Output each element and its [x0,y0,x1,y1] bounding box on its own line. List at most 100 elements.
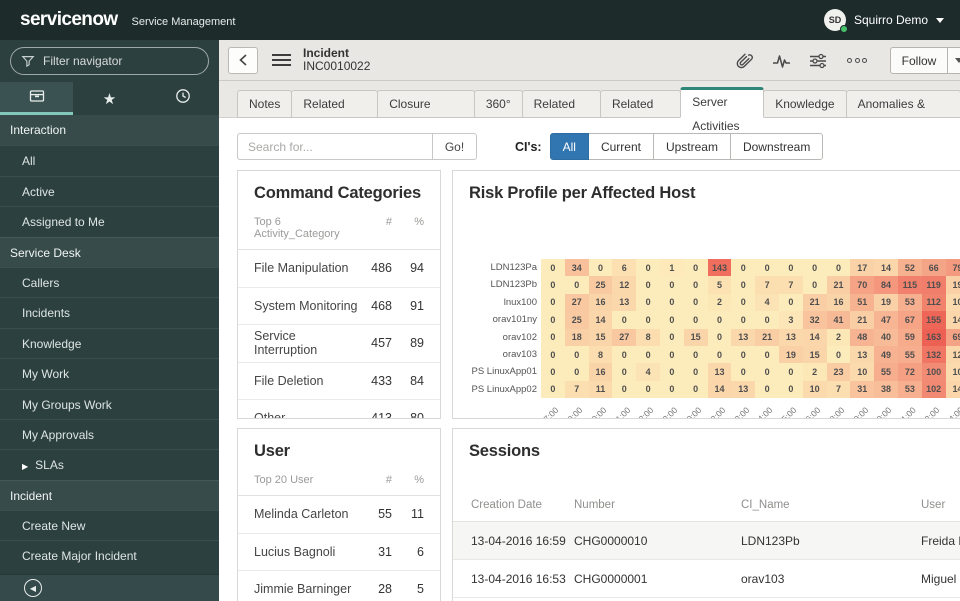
heatmap-cell[interactable]: 0 [612,345,637,364]
table-row[interactable]: Melinda Carleton 55 11 [238,496,440,534]
heatmap-cell[interactable]: 102 [921,380,946,399]
heatmap-cell[interactable]: 10 [945,293,960,312]
table-row[interactable]: Lucius Bagnoli 31 6 [238,534,440,571]
heatmap-cell[interactable]: 34 [564,259,589,277]
heatmap-cell[interactable]: 0 [778,259,803,277]
sidebar-item-incidents[interactable]: Incidents [0,297,219,327]
heatmap-cell[interactable]: 0 [659,345,684,364]
heatmap-cell[interactable]: 0 [755,345,779,364]
heatmap-cell[interactable]: 0 [731,345,756,364]
heatmap-cell[interactable]: 16 [588,363,613,381]
heatmap-cell[interactable]: 0 [778,363,803,381]
heatmap-cell[interactable]: 0 [636,380,660,399]
heatmap-cell[interactable]: 3 [778,311,803,329]
heatmap-cell[interactable]: 0 [826,345,851,364]
table-row[interactable]: 13-04-2016 16:59 CHG0000010 LDN123Pb Freida… [453,522,960,560]
heatmap-cell[interactable]: 14 [945,380,960,399]
sidebar-item-knowledge[interactable]: Knowledge [0,327,219,358]
heatmap-cell[interactable]: 7 [564,380,589,399]
heatmap-cell[interactable]: 0 [755,311,779,329]
heatmap-cell[interactable]: 163 [921,328,946,346]
heatmap-cell[interactable]: 0 [683,380,708,399]
ci-option-all[interactable]: All [549,133,589,160]
heatmap-cell[interactable]: 0 [707,311,732,329]
more-options-icon[interactable] [847,58,867,63]
heatmap-cell[interactable]: 11 [588,380,613,399]
table-row[interactable]: File Manipulation 486 94 [238,250,440,288]
heatmap-cell[interactable]: 0 [731,259,756,277]
heatmap-cell[interactable]: 6 [612,259,637,277]
heatmap-cell[interactable]: 0 [707,345,732,364]
heatmap-cell[interactable]: 0 [564,345,589,364]
sidebar-item-callers[interactable]: Callers [0,266,219,297]
heatmap-cell[interactable]: 16 [826,293,851,312]
heatmap-cell[interactable]: 19 [874,293,898,312]
heatmap-cell[interactable]: 13 [731,328,756,346]
heatmap-cell[interactable]: 8 [588,345,613,364]
go-button[interactable]: Go! [432,133,477,160]
heatmap-cell[interactable]: 21 [802,293,827,312]
heatmap-cell[interactable]: 143 [707,259,732,277]
heatmap-cell[interactable]: 0 [755,259,779,277]
attachment-icon[interactable] [736,52,754,69]
heatmap-cell[interactable]: 14 [874,259,898,277]
heatmap-cell[interactable]: 14 [707,380,732,399]
activity-stream-icon[interactable] [772,53,791,69]
heatmap-cell[interactable]: 0 [683,259,708,277]
heatmap-cell[interactable]: 0 [541,380,565,399]
heatmap-cell[interactable]: 23 [826,363,851,381]
heatmap-cell[interactable]: 112 [921,293,946,312]
heatmap-cell[interactable]: 14 [802,328,827,346]
heatmap-cell[interactable]: 32 [802,311,827,329]
heatmap-cell[interactable]: 51 [850,293,875,312]
table-row[interactable]: Jimmie Barninger 28 5 [238,571,440,601]
heatmap-cell[interactable]: 13 [707,363,732,381]
tab-anomalies-predictions[interactable]: Anomalies & Predictions [845,90,960,137]
heatmap-cell[interactable]: 0 [802,259,827,277]
context-menu-icon[interactable] [272,53,291,67]
heatmap-cell[interactable]: 55 [874,363,898,381]
tab-knowledge[interactable]: Knowledge [763,90,847,118]
heatmap-cell[interactable]: 13 [778,328,803,346]
ci-option-downstream[interactable]: Downstream [729,133,824,160]
tab-favorites[interactable]: ★ [73,82,146,115]
heatmap-cell[interactable]: 0 [564,276,589,294]
heatmap-cell[interactable]: 0 [612,380,637,399]
table-row[interactable]: File Deletion 433 84 [238,363,440,400]
heatmap-cell[interactable]: 8 [636,328,660,346]
heatmap-cell[interactable]: 67 [897,311,922,329]
heatmap-cell[interactable]: 13 [612,293,637,312]
heatmap-cell[interactable]: 55 [897,345,922,364]
search-input[interactable] [237,133,432,160]
heatmap-cell[interactable]: 15 [802,345,827,364]
sidebar-item-my-groups-work[interactable]: My Groups Work [0,388,219,419]
heatmap-cell[interactable]: 0 [541,276,565,294]
sidebar-item-assigned-to-me[interactable]: Assigned to Me [0,206,219,236]
heatmap-cell[interactable]: 0 [612,311,637,329]
heatmap-cell[interactable]: 0 [802,276,827,294]
heatmap-cell[interactable]: 7 [778,276,803,294]
heatmap-cell[interactable]: 41 [826,311,851,329]
heatmap-cell[interactable]: 0 [659,328,684,346]
heatmap-cell[interactable]: 0 [778,293,803,312]
heatmap-cell[interactable]: 53 [897,293,922,312]
heatmap-cell[interactable]: 48 [850,328,875,346]
heatmap-cell[interactable]: 0 [659,311,684,329]
heatmap-cell[interactable]: 10 [802,380,827,399]
tab-360[interactable]: 360° [473,90,523,118]
heatmap-cell[interactable]: 21 [850,311,875,329]
heatmap-cell[interactable]: 0 [541,311,565,329]
heatmap-cell[interactable]: 14 [945,311,960,329]
tab-notes[interactable]: Notes [237,90,293,118]
ci-option-current[interactable]: Current [587,133,654,160]
heatmap-cell[interactable]: 115 [897,276,922,294]
heatmap-cell[interactable]: 0 [731,363,756,381]
heatmap-cell[interactable]: 10 [945,363,960,381]
heatmap-cell[interactable]: 25 [564,311,589,329]
heatmap-cell[interactable]: 0 [636,259,660,277]
heatmap-cell[interactable]: 15 [588,328,613,346]
heatmap-cell[interactable]: 2 [707,293,732,312]
heatmap-cell[interactable]: 21 [755,328,779,346]
heatmap-cell[interactable]: 2 [802,363,827,381]
tab-related-records[interactable]: Related Records [291,90,379,137]
